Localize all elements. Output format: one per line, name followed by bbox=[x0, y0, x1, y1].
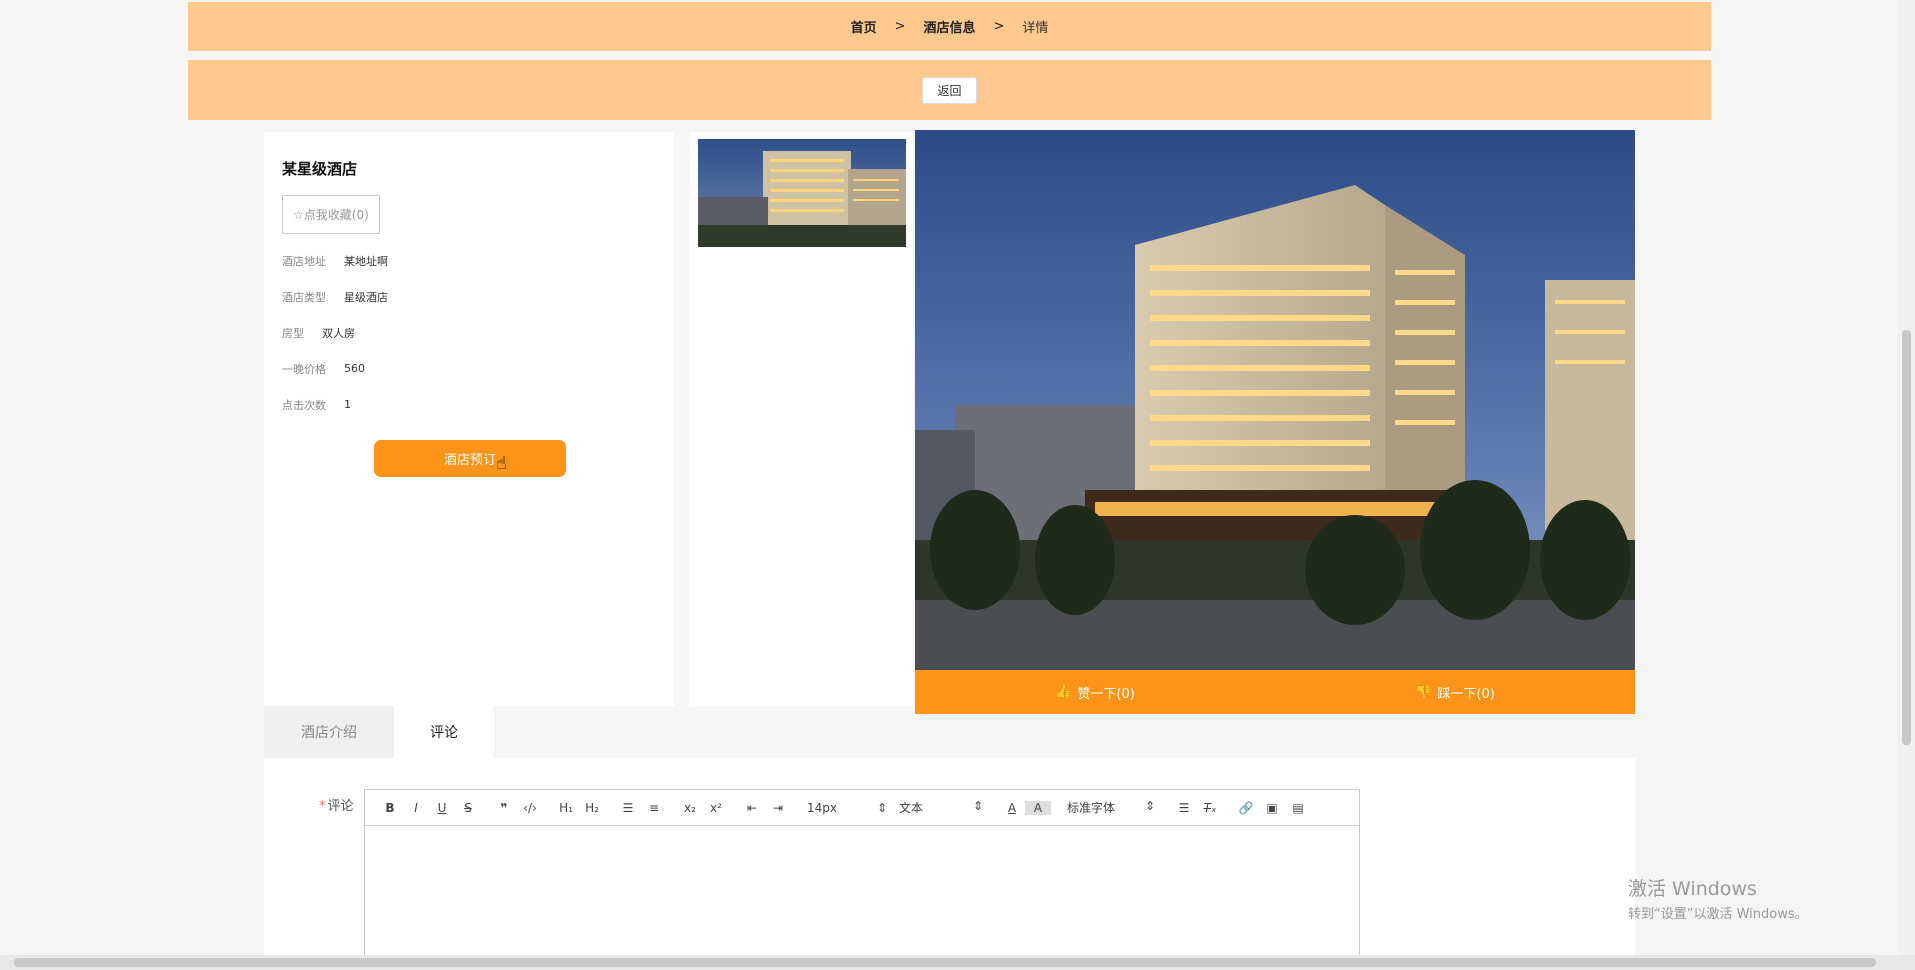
video-icon[interactable]: ▤ bbox=[1285, 801, 1311, 815]
align-icon[interactable]: ☰ bbox=[1171, 801, 1197, 815]
font-family-value: 标准字体 bbox=[1067, 801, 1116, 815]
underline-icon[interactable]: U bbox=[429, 801, 455, 815]
info-row-type: 酒店类型 星级酒店 bbox=[282, 287, 656, 306]
field-value: 双人房 bbox=[322, 326, 355, 340]
dislike-button[interactable]: 👎 踩一下(0) bbox=[1275, 670, 1635, 714]
subscript-icon[interactable]: x₂ bbox=[677, 801, 703, 815]
breadcrumb-separator: > bbox=[993, 19, 1005, 34]
field-label: 一晚价格 bbox=[282, 362, 326, 376]
windows-activation-watermark: 激活 Windows 转到“设置”以激活 Windows。 bbox=[1628, 874, 1808, 922]
h2-icon[interactable]: H₂ bbox=[579, 801, 605, 815]
field-label: 酒店类型 bbox=[282, 290, 326, 304]
field-label: 酒店地址 bbox=[282, 254, 326, 268]
field-value: 560 bbox=[344, 362, 365, 375]
font-size-select[interactable]: 14px ⇕ bbox=[801, 801, 893, 815]
page: 首页 > 酒店信息 > 详情 返回 某星级酒店 ☆点我收藏(0) 酒店地址 某地… bbox=[0, 0, 1915, 970]
required-mark: * bbox=[319, 799, 326, 814]
field-label: 点击次数 bbox=[282, 398, 326, 412]
favorite-button[interactable]: ☆点我收藏(0) bbox=[282, 195, 380, 234]
blockquote-icon[interactable]: ❞ bbox=[491, 801, 517, 815]
like-label: 赞一下(0) bbox=[1077, 686, 1135, 702]
info-row-clicks: 点击次数 1 bbox=[282, 395, 656, 414]
select-arrows-icon: ⇕ bbox=[876, 800, 887, 815]
bullet-list-icon[interactable]: ≡ bbox=[641, 801, 667, 815]
format-value: 文本 bbox=[899, 801, 924, 815]
info-row-address: 酒店地址 某地址啊 bbox=[282, 251, 656, 270]
horizontal-scrollbar[interactable] bbox=[0, 955, 1915, 970]
info-row-price: 一晚价格 560 bbox=[282, 359, 656, 378]
vote-bar: 👍 赞一下(0) 👎 踩一下(0) bbox=[915, 670, 1635, 714]
ordered-list-icon[interactable]: ☰ bbox=[615, 801, 641, 815]
hotel-thumbnail[interactable] bbox=[698, 139, 906, 247]
vertical-scrollbar[interactable] bbox=[1898, 0, 1915, 955]
field-label: 房型 bbox=[282, 326, 304, 340]
indent-icon[interactable]: ⇥ bbox=[765, 801, 791, 815]
image-icon[interactable]: ▣ bbox=[1259, 801, 1285, 815]
breadcrumb-separator: > bbox=[894, 19, 906, 34]
format-select[interactable]: 文本 ⇕ bbox=[893, 799, 989, 816]
watermark-line-2: 转到“设置”以激活 Windows。 bbox=[1628, 907, 1808, 922]
select-arrows-icon: ⇕ bbox=[1144, 799, 1155, 813]
hand-cursor-icon: ☝ bbox=[496, 453, 507, 474]
strike-icon[interactable]: S bbox=[455, 801, 481, 815]
back-button[interactable]: 返回 bbox=[922, 76, 977, 104]
comment-input[interactable] bbox=[365, 826, 1359, 958]
breadcrumb-hotel-info[interactable]: 酒店信息 bbox=[923, 17, 975, 36]
h1-icon[interactable]: H₁ bbox=[553, 801, 579, 815]
detail-tabs: 酒店介绍 评论 bbox=[264, 706, 494, 758]
comment-label: * 评论 bbox=[319, 795, 354, 814]
select-arrows-icon: ⇕ bbox=[972, 799, 983, 813]
superscript-icon[interactable]: x² bbox=[703, 801, 729, 815]
like-button[interactable]: 👍 赞一下(0) bbox=[915, 670, 1275, 714]
tab-comment[interactable]: 评论 bbox=[394, 706, 494, 758]
font-color-icon[interactable]: A bbox=[999, 801, 1025, 815]
editor-toolbar: B I U S ❞ ‹/› H₁ H₂ ☰ ≡ x₂ x² ⇤ ⇥ 14px ⇕… bbox=[365, 790, 1359, 826]
hotel-info-panel: 某星级酒店 ☆点我收藏(0) 酒店地址 某地址啊 酒店类型 星级酒店 房型 双人… bbox=[264, 132, 674, 706]
breadcrumb-home[interactable]: 首页 bbox=[851, 17, 877, 36]
hotel-main-photo bbox=[915, 130, 1635, 670]
breadcrumb: 首页 > 酒店信息 > 详情 bbox=[188, 2, 1711, 51]
field-value: 1 bbox=[344, 398, 351, 411]
thumbs-up-icon: 👍 bbox=[1055, 684, 1072, 700]
field-value: 某地址啊 bbox=[344, 254, 388, 268]
thumbnail-column bbox=[689, 132, 913, 706]
breadcrumb-current: 详情 bbox=[1022, 21, 1049, 36]
font-size-value: 14px bbox=[807, 800, 837, 815]
tab-hotel-intro[interactable]: 酒店介绍 bbox=[264, 706, 394, 758]
font-family-select[interactable]: 标准字体 ⇕ bbox=[1061, 799, 1161, 816]
book-hotel-button[interactable]: 酒店预订 bbox=[374, 440, 566, 477]
code-icon[interactable]: ‹/› bbox=[517, 801, 543, 815]
bold-icon[interactable]: B bbox=[377, 801, 403, 815]
link-icon[interactable]: 🔗 bbox=[1233, 801, 1259, 815]
clear-format-icon[interactable]: T̶ₓ bbox=[1197, 801, 1223, 815]
hotel-thumbnail-image bbox=[698, 139, 906, 247]
hotel-name: 某星级酒店 bbox=[282, 160, 358, 178]
info-row-room-type: 房型 双人房 bbox=[282, 323, 656, 342]
outdent-icon[interactable]: ⇤ bbox=[739, 801, 765, 815]
action-bar: 返回 bbox=[188, 60, 1711, 120]
field-value: 星级酒店 bbox=[344, 290, 388, 304]
comment-form: * 评论 B I U S ❞ ‹/› H₁ H₂ ☰ ≡ x₂ x² ⇤ ⇥ 1… bbox=[264, 758, 1635, 958]
comment-label-text: 评论 bbox=[327, 799, 354, 814]
rich-text-editor: B I U S ❞ ‹/› H₁ H₂ ☰ ≡ x₂ x² ⇤ ⇥ 14px ⇕… bbox=[364, 789, 1360, 958]
watermark-line-1: 激活 Windows bbox=[1628, 878, 1757, 900]
horizontal-scroll-thumb[interactable] bbox=[14, 958, 1876, 967]
italic-icon[interactable]: I bbox=[403, 801, 429, 815]
vertical-scroll-thumb[interactable] bbox=[1902, 330, 1911, 745]
thumbs-down-icon: 👎 bbox=[1415, 684, 1432, 700]
dislike-label: 踩一下(0) bbox=[1437, 686, 1495, 702]
background-color-icon[interactable]: A bbox=[1025, 800, 1051, 815]
hotel-photo-image bbox=[915, 130, 1635, 670]
